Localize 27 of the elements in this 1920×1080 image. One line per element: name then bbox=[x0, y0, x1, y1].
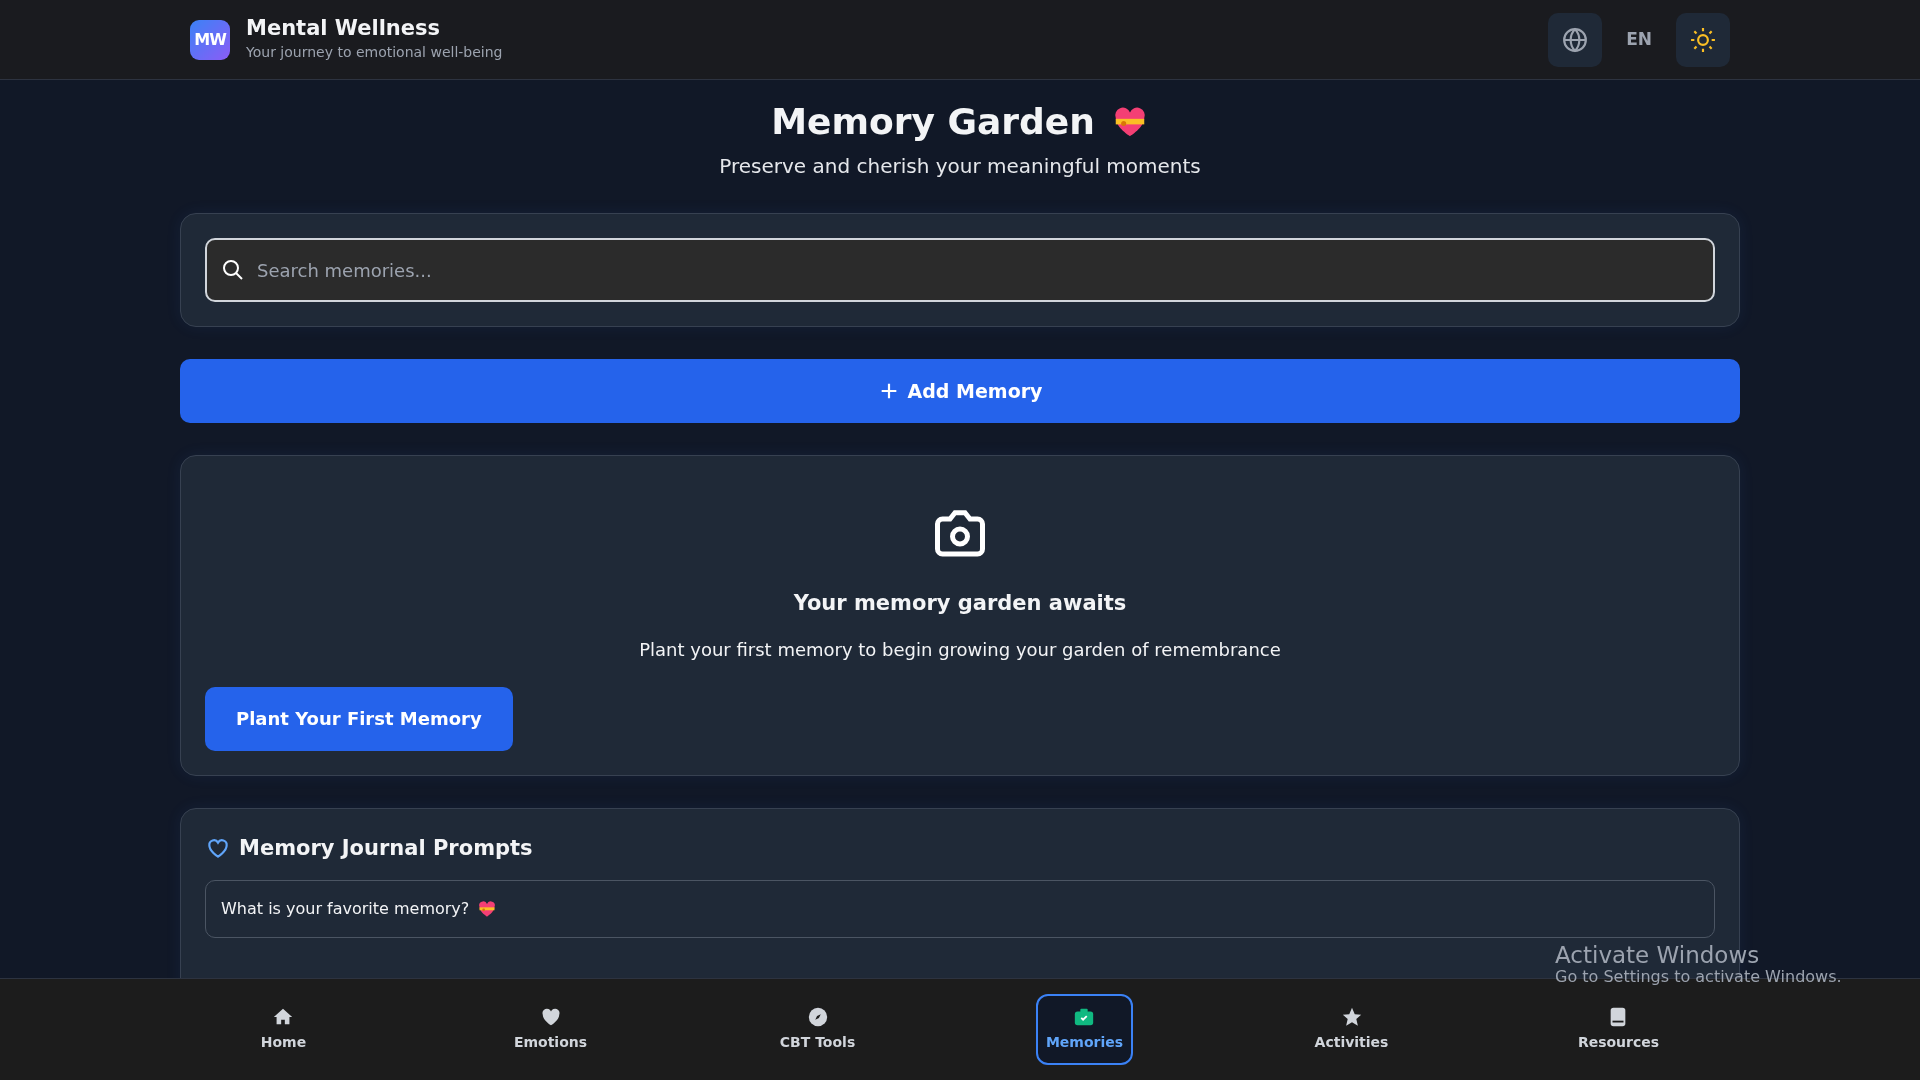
nav-tab[interactable]: Resources bbox=[1567, 994, 1670, 1065]
add-memory-button[interactable]: Add Memory bbox=[180, 359, 1740, 424]
prompt-text: What is your favorite memory? bbox=[221, 898, 470, 921]
prompt-row[interactable]: What is your favorite memory? bbox=[205, 880, 1715, 939]
page-subtitle: Preserve and cherish your meaningful moments bbox=[718, 153, 1202, 181]
app-logo: MW bbox=[190, 19, 230, 60]
app-subtitle: Your journey to emotional well-being bbox=[246, 42, 503, 62]
nav-tab[interactable]: CBT Tools bbox=[769, 994, 866, 1065]
empty-state-title: Your memory garden awaits bbox=[792, 590, 1128, 618]
nav-tab[interactable]: Activities bbox=[1304, 994, 1399, 1065]
nav-tab[interactable]: Memories bbox=[1035, 994, 1134, 1065]
language-button[interactable] bbox=[1548, 12, 1603, 67]
nav-tab[interactable]: Home bbox=[250, 994, 317, 1065]
sun-icon bbox=[1690, 26, 1716, 53]
search-field[interactable]: Search memories... bbox=[205, 238, 1715, 303]
prompts-title: Memory Journal Prompts bbox=[239, 834, 533, 862]
activation-notice-text: Go to Settings to activate Windows. bbox=[1555, 968, 1842, 987]
nav-tab[interactable]: Emotions bbox=[503, 994, 598, 1065]
theme-toggle-button[interactable] bbox=[1676, 12, 1730, 67]
plant-first-memory-button[interactable]: Plant Your First Memory bbox=[205, 686, 513, 751]
empty-state-text: Plant your first memory to begin growing your garden of remembrance bbox=[638, 637, 1282, 662]
page-title: Memory Garden bbox=[771, 100, 1095, 144]
language-code: EN bbox=[1625, 27, 1653, 51]
globe-icon bbox=[1562, 26, 1589, 53]
activation-notice-title: Activate Windows bbox=[1555, 942, 1761, 969]
compass-icon bbox=[806, 1006, 829, 1028]
app-title: Mental Wellness bbox=[246, 16, 442, 42]
